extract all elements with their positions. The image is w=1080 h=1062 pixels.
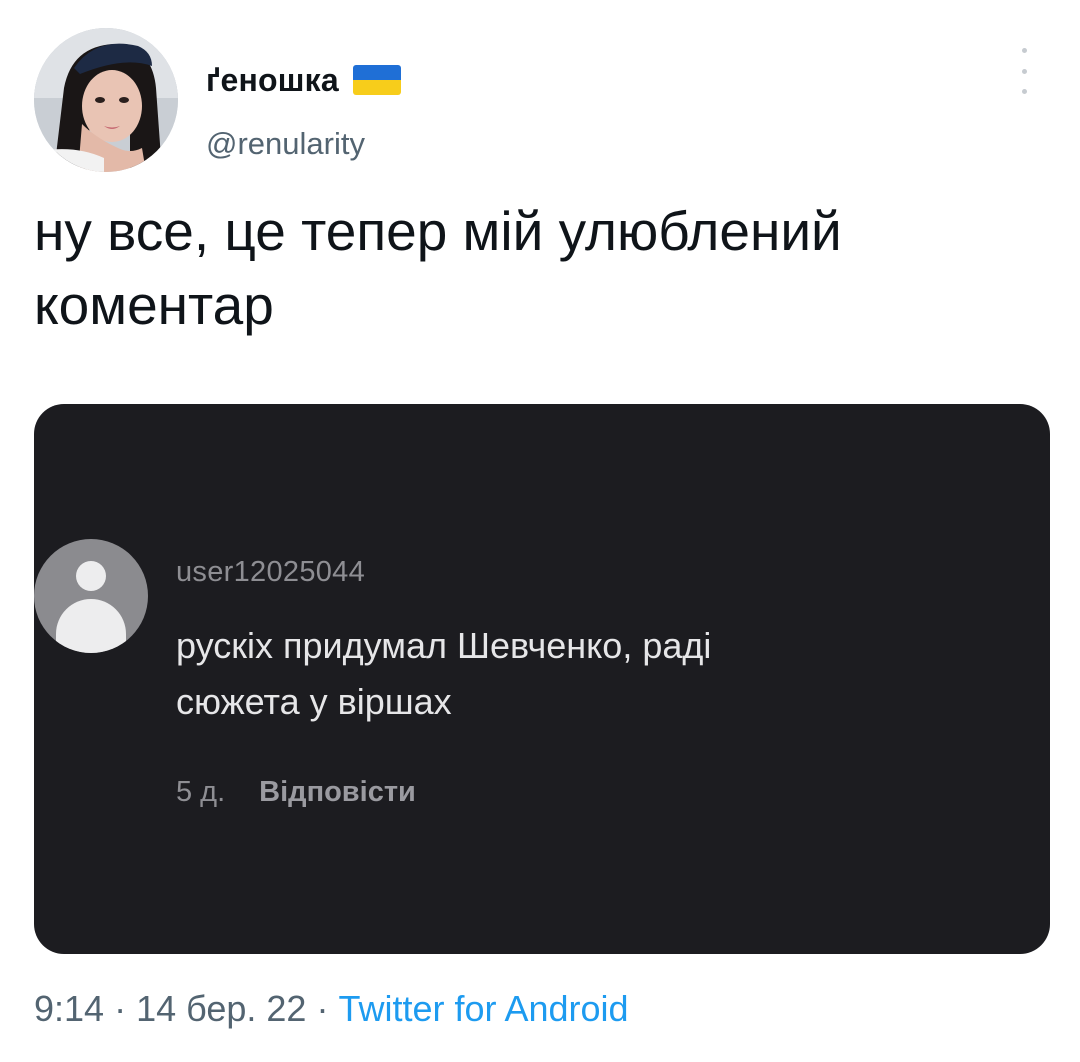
comment-age: 5 д. <box>176 776 226 808</box>
author-avatar[interactable] <box>34 28 178 172</box>
more-options-icon[interactable] <box>1012 48 1036 94</box>
tweet-source-link[interactable]: Twitter for Android <box>338 988 628 1030</box>
tweet-header: ґеношка @renularity <box>34 28 1046 178</box>
ukraine-flag-icon <box>352 65 401 95</box>
avatar-body-shape <box>56 599 126 653</box>
tweet-footer: 9:14 · 14 бер. 22 · Twitter for Android <box>34 988 629 1030</box>
more-dot <box>1021 68 1027 74</box>
flag-yellow-stripe <box>352 80 401 95</box>
comment-avatar-icon <box>34 539 148 653</box>
author-handle[interactable]: @renularity <box>206 126 365 162</box>
comment-meta: 5 д. Відповісти <box>176 776 416 809</box>
footer-separator: · <box>306 988 339 1029</box>
embedded-media[interactable]: user12025044 рускіх придумал Шевченко, р… <box>34 404 1050 954</box>
author-display-name[interactable]: ґеношка <box>206 62 339 99</box>
more-dot <box>1021 48 1027 53</box>
profile-photo-icon <box>34 28 178 172</box>
display-name-row: ґеношка <box>206 58 401 102</box>
comment-reply-label: Відповісти <box>259 776 416 808</box>
comment-text: рускіх придумал Шевченко, раді сюжета у … <box>176 625 712 722</box>
comment-username: user12025044 <box>176 556 366 588</box>
tweet-date[interactable]: 14 бер. 22 <box>136 988 306 1030</box>
footer-separator: · <box>104 988 137 1029</box>
flag-blue-stripe <box>352 65 401 80</box>
more-dot <box>1021 89 1027 94</box>
tweet-time[interactable]: 9:14 <box>34 988 104 1030</box>
tweet-text: ну все, це тепер мій улюблений коментар <box>34 200 842 336</box>
avatar-head-shape <box>76 561 106 591</box>
